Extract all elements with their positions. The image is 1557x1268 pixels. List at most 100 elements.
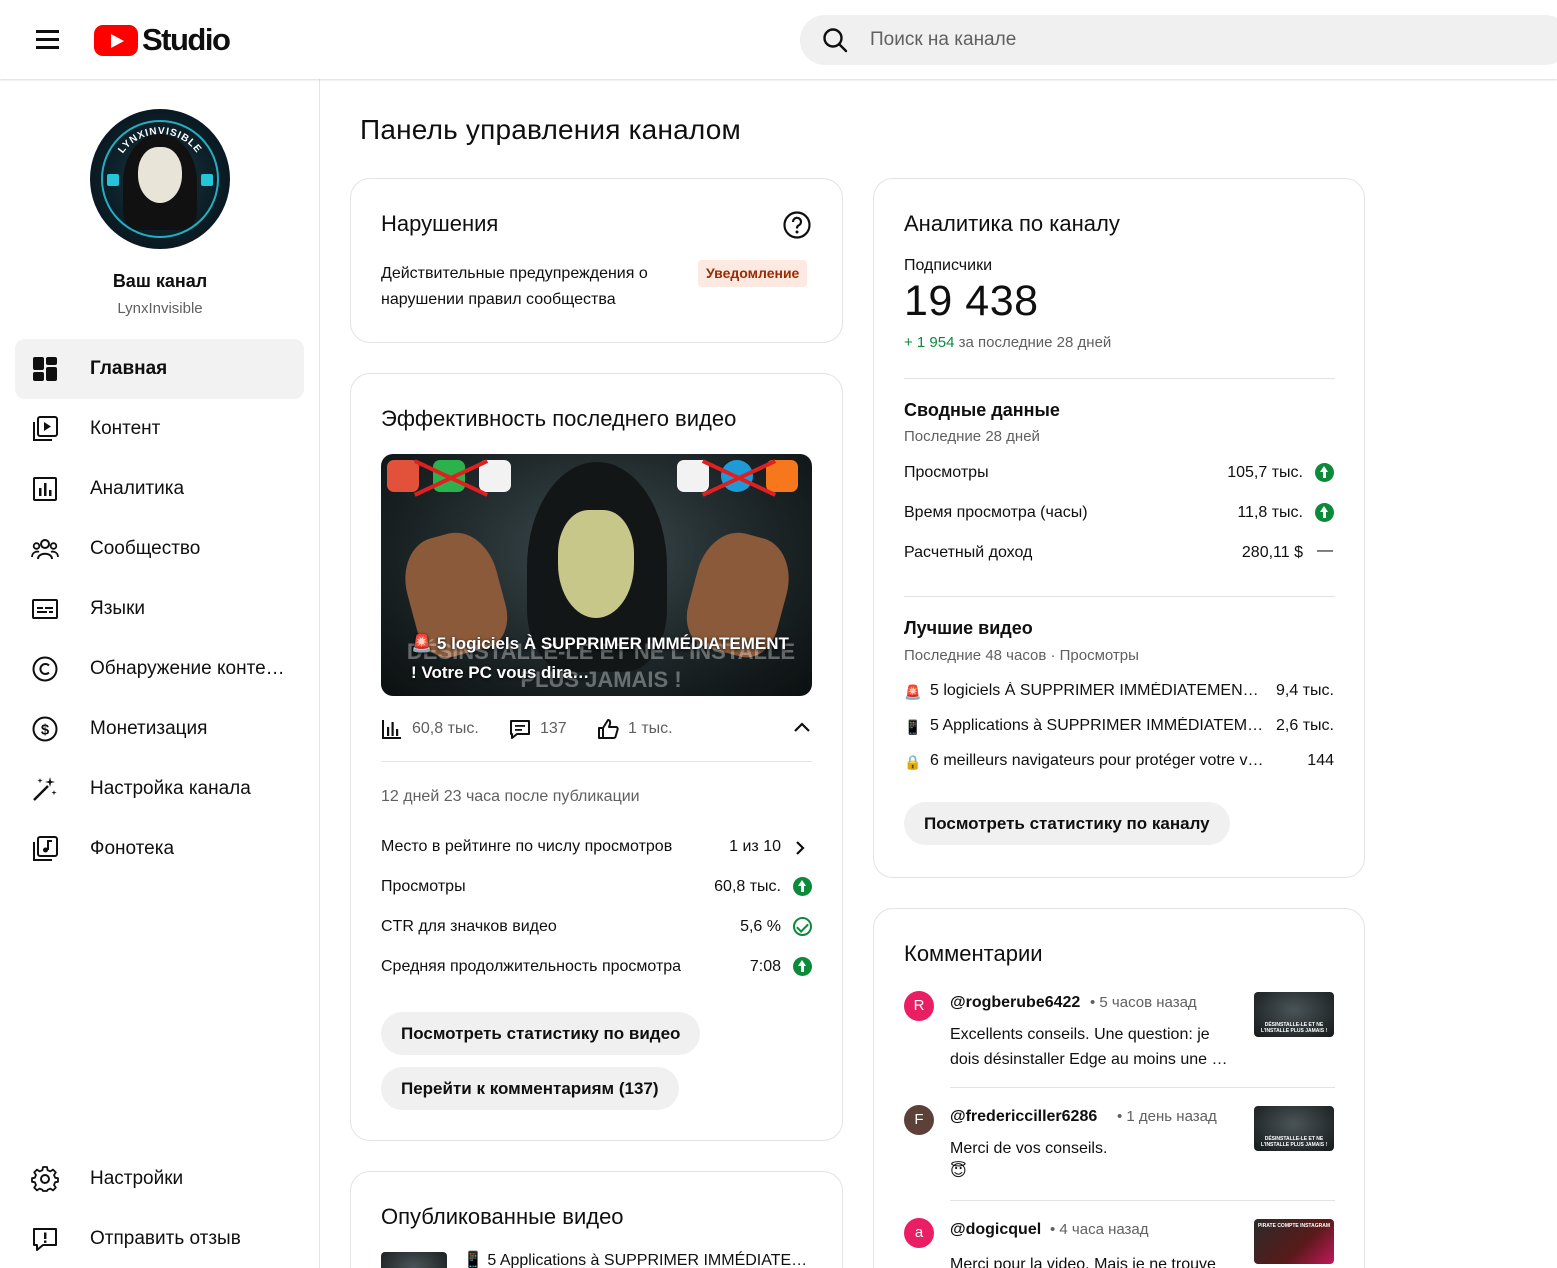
search-input[interactable] <box>870 15 1470 65</box>
phone-icon: 📱 <box>904 719 922 735</box>
avatar-logo-text: LYNXINVISIBLE <box>116 126 202 156</box>
nav-item-settings[interactable]: Настройки <box>15 1149 304 1209</box>
divider <box>950 1200 1335 1201</box>
top-video-views: 9,4 тыс. <box>1276 682 1334 699</box>
rank-label: Место в рейтинге по числу просмотров <box>381 838 673 855</box>
summary-period: Последние 28 дней <box>904 428 1040 445</box>
likes-stat: 1 тыс. <box>597 718 673 740</box>
top-video-row[interactable]: 🚨 5 logiciels À SUPPRIMER IMMÉDIATEMENT … <box>904 682 1334 706</box>
nav-label: Контент <box>90 418 161 439</box>
comment-item[interactable]: a @dogicquel • 4 часа назад Merci pour l… <box>904 1216 1334 1268</box>
comment-video-thumbnail[interactable]: PIRATE COMPTE INSTAGRAM <box>1254 1219 1334 1264</box>
nav-item-feedback[interactable]: Отправить отзыв <box>15 1209 304 1268</box>
comments-count: 137 <box>540 720 567 737</box>
published-video-title[interactable]: 📱 5 Applications à SUPPRIMER IMMÉDIATEM… <box>463 1250 813 1268</box>
comment-time: • 1 день назад <box>1117 1108 1217 1125</box>
chevron-up-icon[interactable] <box>792 720 812 734</box>
commenter-avatar[interactable]: R <box>904 991 934 1021</box>
comment-video-thumbnail[interactable]: DÉSINSTALLE-LE ET NE L'INSTALLE PLUS JAM… <box>1254 992 1334 1037</box>
top-video-row[interactable]: 📱 5 Applications à SUPPRIMER IMMÉDIATEME… <box>904 717 1334 741</box>
dollar-icon: $ <box>32 716 58 742</box>
subscribers-period: за последние 28 дней <box>958 334 1112 351</box>
summary-views-value: 105,7 тыс. <box>1227 464 1303 481</box>
comment-emoji: 😇 <box>950 1163 967 1180</box>
youtube-logo-icon <box>94 24 138 56</box>
view-channel-stats-button[interactable]: Посмотреть статистику по каналу <box>904 802 1230 845</box>
commenter-avatar[interactable]: a <box>904 1218 934 1248</box>
view-video-stats-button[interactable]: Посмотреть статистику по видео <box>381 1012 701 1055</box>
comments-card: Комментарии R @rogberube6422 • 5 часов н… <box>873 908 1365 1268</box>
copyright-icon <box>32 656 58 682</box>
violations-title: Нарушения <box>381 211 499 236</box>
nav-label: Главная <box>90 358 168 379</box>
siren-icon: 🚨 <box>904 684 922 700</box>
menu-icon[interactable] <box>27 22 67 58</box>
top-bar: Studio <box>0 0 1557 79</box>
studio-logo[interactable]: Studio <box>94 22 231 58</box>
subscribers-delta: + 1 954 <box>904 334 955 351</box>
nav-item-customization[interactable]: Настройка канала <box>15 759 304 819</box>
video-title-overlay: 🚨 5 logiciels À SUPPRIMER IMMÉDIATEMENT … <box>411 634 789 682</box>
summary-revenue-label: Расчетный доход <box>904 544 1033 561</box>
arrow-up-icon <box>1315 463 1334 482</box>
views-stat: 60,8 тыс. <box>381 718 479 740</box>
feedback-icon <box>33 1228 57 1251</box>
likes-count: 1 тыс. <box>628 720 673 737</box>
comments-title: Комментарии <box>904 941 1043 966</box>
comment-video-thumbnail[interactable]: DÉSINSTALLE-LE ET NE L'INSTALLE PLUS JAM… <box>1254 1106 1334 1151</box>
neutral-dash-icon: — <box>1317 542 1333 559</box>
summary-title: Сводные данные <box>904 400 1060 420</box>
channel-analytics-card: Аналитика по каналу Подписчики 19 438 + … <box>873 178 1365 878</box>
comment-author[interactable]: @dogicquel <box>950 1221 1041 1239</box>
community-icon <box>31 539 59 560</box>
divider <box>950 1087 1335 1088</box>
chevron-right-icon[interactable] <box>793 839 807 857</box>
nav-item-community[interactable]: Сообщество <box>15 519 304 579</box>
latest-video-card: Эффективность последнего видео DÉSINSTAL… <box>350 373 843 1141</box>
comment-text: Merci pour la video. Mais je ne trouve <box>950 1256 1216 1268</box>
video-thumbnail[interactable] <box>381 1252 447 1268</box>
nav-item-languages[interactable]: Языки <box>15 579 304 639</box>
comment-item[interactable]: R @rogberube6422 • 5 часов назад Excelle… <box>904 989 1334 1089</box>
nav-item-dashboard[interactable]: Главная <box>15 339 304 399</box>
notice-badge: Уведомление <box>698 260 808 287</box>
nav-label: Настройка канала <box>90 778 251 799</box>
since-publish: 12 дней 23 часа после публикации <box>381 788 640 805</box>
dashboard-icon <box>33 357 57 381</box>
published-videos-title: Опубликованные видео <box>381 1204 624 1229</box>
violations-text: Действительные предупреждения о нарушени… <box>381 265 648 308</box>
search-icon[interactable] <box>822 27 848 53</box>
nav-item-content-detection[interactable]: Обнаружение контен… <box>15 639 304 699</box>
comment-time: • 5 часов назад <box>1090 994 1197 1011</box>
comment-item[interactable]: F @fredericciller6286 • 1 день назад Mer… <box>904 1103 1334 1193</box>
search-bar[interactable] <box>800 15 1557 65</box>
nav-item-content[interactable]: Контент <box>15 399 304 459</box>
arrow-up-icon <box>793 877 812 896</box>
top-video-title: 6 meilleurs navigateurs pour protéger vo… <box>930 752 1264 769</box>
commenter-avatar[interactable]: F <box>904 1105 934 1135</box>
ctr-value: 5,6 % <box>740 918 781 935</box>
divider <box>904 596 1335 597</box>
channel-avatar[interactable]: LYNXINVISIBLE <box>90 109 230 249</box>
top-videos-title: Лучшие видео <box>904 618 1033 638</box>
comment-author[interactable]: @rogberube6422 <box>950 994 1080 1012</box>
channel-analytics-title: Аналитика по каналу <box>904 211 1120 236</box>
comment-author[interactable]: @fredericciller6286 <box>950 1108 1097 1126</box>
nav-item-analytics[interactable]: Аналитика <box>15 459 304 519</box>
comment-icon <box>510 720 530 739</box>
video-thumbnail[interactable]: DÉSINSTALLE-LE ET NE L'INSTALLE PLUS JAM… <box>381 454 812 696</box>
page-title: Панель управления каналом <box>360 114 741 145</box>
summary-watchtime-label: Время просмотра (часы) <box>904 504 1088 521</box>
top-video-views: 144 <box>1307 752 1334 769</box>
nav-item-audio-library[interactable]: Фонотека <box>15 819 304 879</box>
audio-library-icon <box>33 836 58 861</box>
check-circle-icon <box>793 917 812 936</box>
svg-text:$: $ <box>41 722 50 739</box>
comment-time: • 4 часа назад <box>1050 1221 1149 1238</box>
nav-item-monetization[interactable]: $ Монетизация <box>15 699 304 759</box>
help-icon[interactable] <box>782 210 812 240</box>
violations-card: Нарушения Действительные предупреждения … <box>350 178 843 343</box>
top-video-row[interactable]: 🔒 6 meilleurs navigateurs pour protéger … <box>904 752 1334 776</box>
go-to-comments-button[interactable]: Перейти к комментариям (137) <box>381 1067 679 1110</box>
summary-revenue-value: 280,11 $ <box>1241 544 1303 561</box>
